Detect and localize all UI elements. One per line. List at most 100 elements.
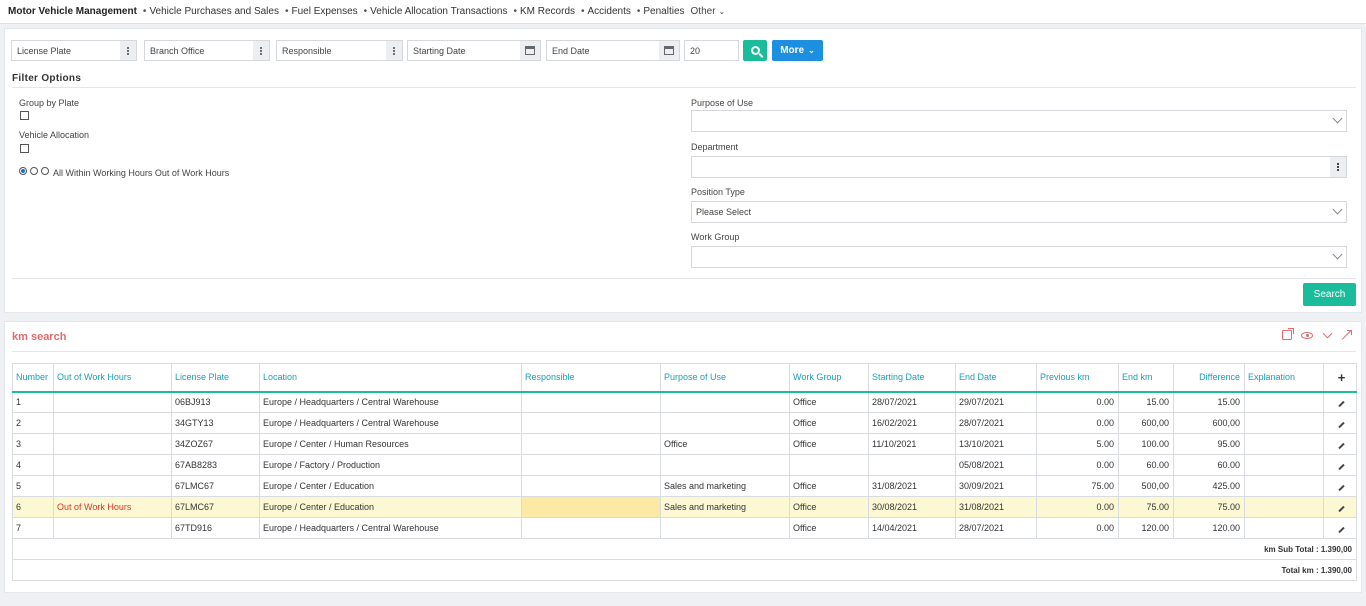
cell-end-km: 500,00 <box>1118 475 1174 497</box>
module-title[interactable]: Motor Vehicle Management <box>8 6 137 17</box>
nav-accidents[interactable]: Accidents <box>581 6 631 17</box>
group-by-plate-checkbox[interactable] <box>20 111 29 120</box>
vehicle-allocation-checkbox[interactable] <box>20 144 29 153</box>
col-starting-date[interactable]: Starting Date <box>868 363 956 393</box>
more-vertical-icon[interactable] <box>253 41 269 60</box>
cell-end-date: 13/10/2021 <box>955 433 1037 455</box>
more-button[interactable]: More ⌄ <box>772 40 823 61</box>
cell-out-of-work-hours <box>53 391 172 413</box>
table-row[interactable]: 4 67AB8283 Europe / Factory / Production… <box>12 454 1357 476</box>
col-out-of-work-hours[interactable]: Out of Work Hours <box>53 363 172 393</box>
position-type-value: Please Select <box>696 207 752 217</box>
responsible-placeholder: Responsible <box>282 45 332 56</box>
table-row[interactable]: 7 67TD916 Europe / Headquarters / Centra… <box>12 517 1357 539</box>
department-field[interactable] <box>691 156 1347 178</box>
col-explanation[interactable]: Explanation <box>1244 363 1324 393</box>
edit-pencil-icon[interactable] <box>1323 412 1357 434</box>
calendar-icon[interactable] <box>659 41 679 60</box>
branch-office-field[interactable]: Branch Office <box>144 40 270 61</box>
search-button[interactable]: Search <box>1303 283 1356 306</box>
col-location[interactable]: Location <box>259 363 522 393</box>
cell-starting-date <box>868 454 956 476</box>
starting-date-field[interactable]: Starting Date <box>407 40 541 61</box>
cell-purpose <box>660 517 790 539</box>
cell-previous-km: 0.00 <box>1036 391 1119 413</box>
cell-out-of-work-hours <box>53 412 172 434</box>
nav-vehicle-purchases[interactable]: Vehicle Purchases and Sales <box>143 6 279 17</box>
nav-other-dropdown[interactable]: Other ⌄ <box>691 6 726 17</box>
end-date-field[interactable]: End Date <box>546 40 680 61</box>
purpose-of-use-select[interactable] <box>691 110 1347 132</box>
hours-radio-label: All Within Working Hours Out of Work Hou… <box>53 168 230 178</box>
eye-icon[interactable] <box>1301 329 1313 341</box>
table-row[interactable]: 2 34GTY13 Europe / Headquarters / Centra… <box>12 412 1357 434</box>
cell-explanation <box>1244 391 1324 413</box>
cell-purpose <box>660 454 790 476</box>
more-vertical-icon[interactable] <box>1330 157 1346 177</box>
nav-penalties[interactable]: Penalties <box>637 6 684 17</box>
cell-difference: 600,00 <box>1173 412 1245 434</box>
more-vertical-icon[interactable] <box>386 41 402 60</box>
col-responsible[interactable]: Responsible <box>521 363 661 393</box>
end-date-placeholder: End Date <box>552 45 590 56</box>
table-header-row: Number Out of Work Hours License Plate L… <box>12 363 1357 393</box>
nav-km-records[interactable]: KM Records <box>513 6 575 17</box>
divider <box>12 87 1356 88</box>
col-license-plate[interactable]: License Plate <box>171 363 260 393</box>
cell-explanation <box>1244 433 1324 455</box>
cell-number: 1 <box>12 391 54 413</box>
department-label: Department <box>691 142 739 152</box>
cell-difference: 120.00 <box>1173 517 1245 539</box>
table-row-highlighted[interactable]: 6 Out of Work Hours 67LMC67 Europe / Cen… <box>12 496 1357 518</box>
more-vertical-icon[interactable] <box>120 41 136 60</box>
edit-pencil-icon[interactable] <box>1323 475 1357 497</box>
cell-number: 7 <box>12 517 54 539</box>
cell-previous-km: 0.00 <box>1036 517 1119 539</box>
col-difference[interactable]: Difference <box>1173 363 1245 393</box>
col-end-date[interactable]: End Date <box>955 363 1037 393</box>
cell-location: Europe / Headquarters / Central Warehous… <box>259 517 522 539</box>
expand-icon[interactable] <box>1341 329 1353 341</box>
collapse-chevron-icon[interactable] <box>1321 328 1333 341</box>
position-type-select[interactable]: Please Select <box>691 201 1347 223</box>
cell-previous-km: 75.00 <box>1036 475 1119 497</box>
page-size-field[interactable]: 20 <box>684 40 739 61</box>
table-row[interactable]: 1 06BJ913 Europe / Headquarters / Centra… <box>12 391 1357 413</box>
edit-pencil-icon[interactable] <box>1323 517 1357 539</box>
cell-responsible <box>521 496 661 518</box>
responsible-field[interactable]: Responsible <box>276 40 403 61</box>
search-icon-button[interactable] <box>743 40 767 61</box>
radio-out-of-work-hours[interactable] <box>41 167 49 175</box>
cell-purpose: Sales and marketing <box>660 475 790 497</box>
edit-pencil-icon[interactable] <box>1323 496 1357 518</box>
export-icon[interactable] <box>1281 328 1294 341</box>
cell-end-date: 29/07/2021 <box>955 391 1037 413</box>
radio-all[interactable] <box>19 167 27 175</box>
col-number[interactable]: Number <box>12 363 54 393</box>
cell-difference: 425.00 <box>1173 475 1245 497</box>
calendar-icon[interactable] <box>520 41 540 60</box>
license-plate-field[interactable]: License Plate <box>11 40 137 61</box>
table-row[interactable]: 3 34ZOZ67 Europe / Center / Human Resour… <box>12 433 1357 455</box>
add-row-icon[interactable]: + <box>1323 363 1357 393</box>
cell-starting-date: 11/10/2021 <box>868 433 956 455</box>
col-purpose-of-use[interactable]: Purpose of Use <box>660 363 790 393</box>
radio-within-working-hours[interactable] <box>30 167 38 175</box>
work-group-select[interactable] <box>691 246 1347 268</box>
edit-pencil-icon[interactable] <box>1323 391 1357 413</box>
cell-location: Europe / Center / Education <box>259 475 522 497</box>
cell-starting-date: 28/07/2021 <box>868 391 956 413</box>
edit-pencil-icon[interactable] <box>1323 454 1357 476</box>
edit-pencil-icon[interactable] <box>1323 433 1357 455</box>
cell-license-plate: 67TD916 <box>171 517 260 539</box>
col-work-group[interactable]: Work Group <box>789 363 869 393</box>
col-previous-km[interactable]: Previous km <box>1036 363 1119 393</box>
cell-work-group: Office <box>789 433 869 455</box>
cell-license-plate: 67AB8283 <box>171 454 260 476</box>
table-row[interactable]: 5 67LMC67 Europe / Center / Education Sa… <box>12 475 1357 497</box>
nav-fuel-expenses[interactable]: Fuel Expenses <box>285 6 357 17</box>
nav-vehicle-allocation[interactable]: Vehicle Allocation Transactions <box>364 6 507 17</box>
col-end-km[interactable]: End km <box>1118 363 1174 393</box>
cell-number: 2 <box>12 412 54 434</box>
cell-explanation <box>1244 454 1324 476</box>
